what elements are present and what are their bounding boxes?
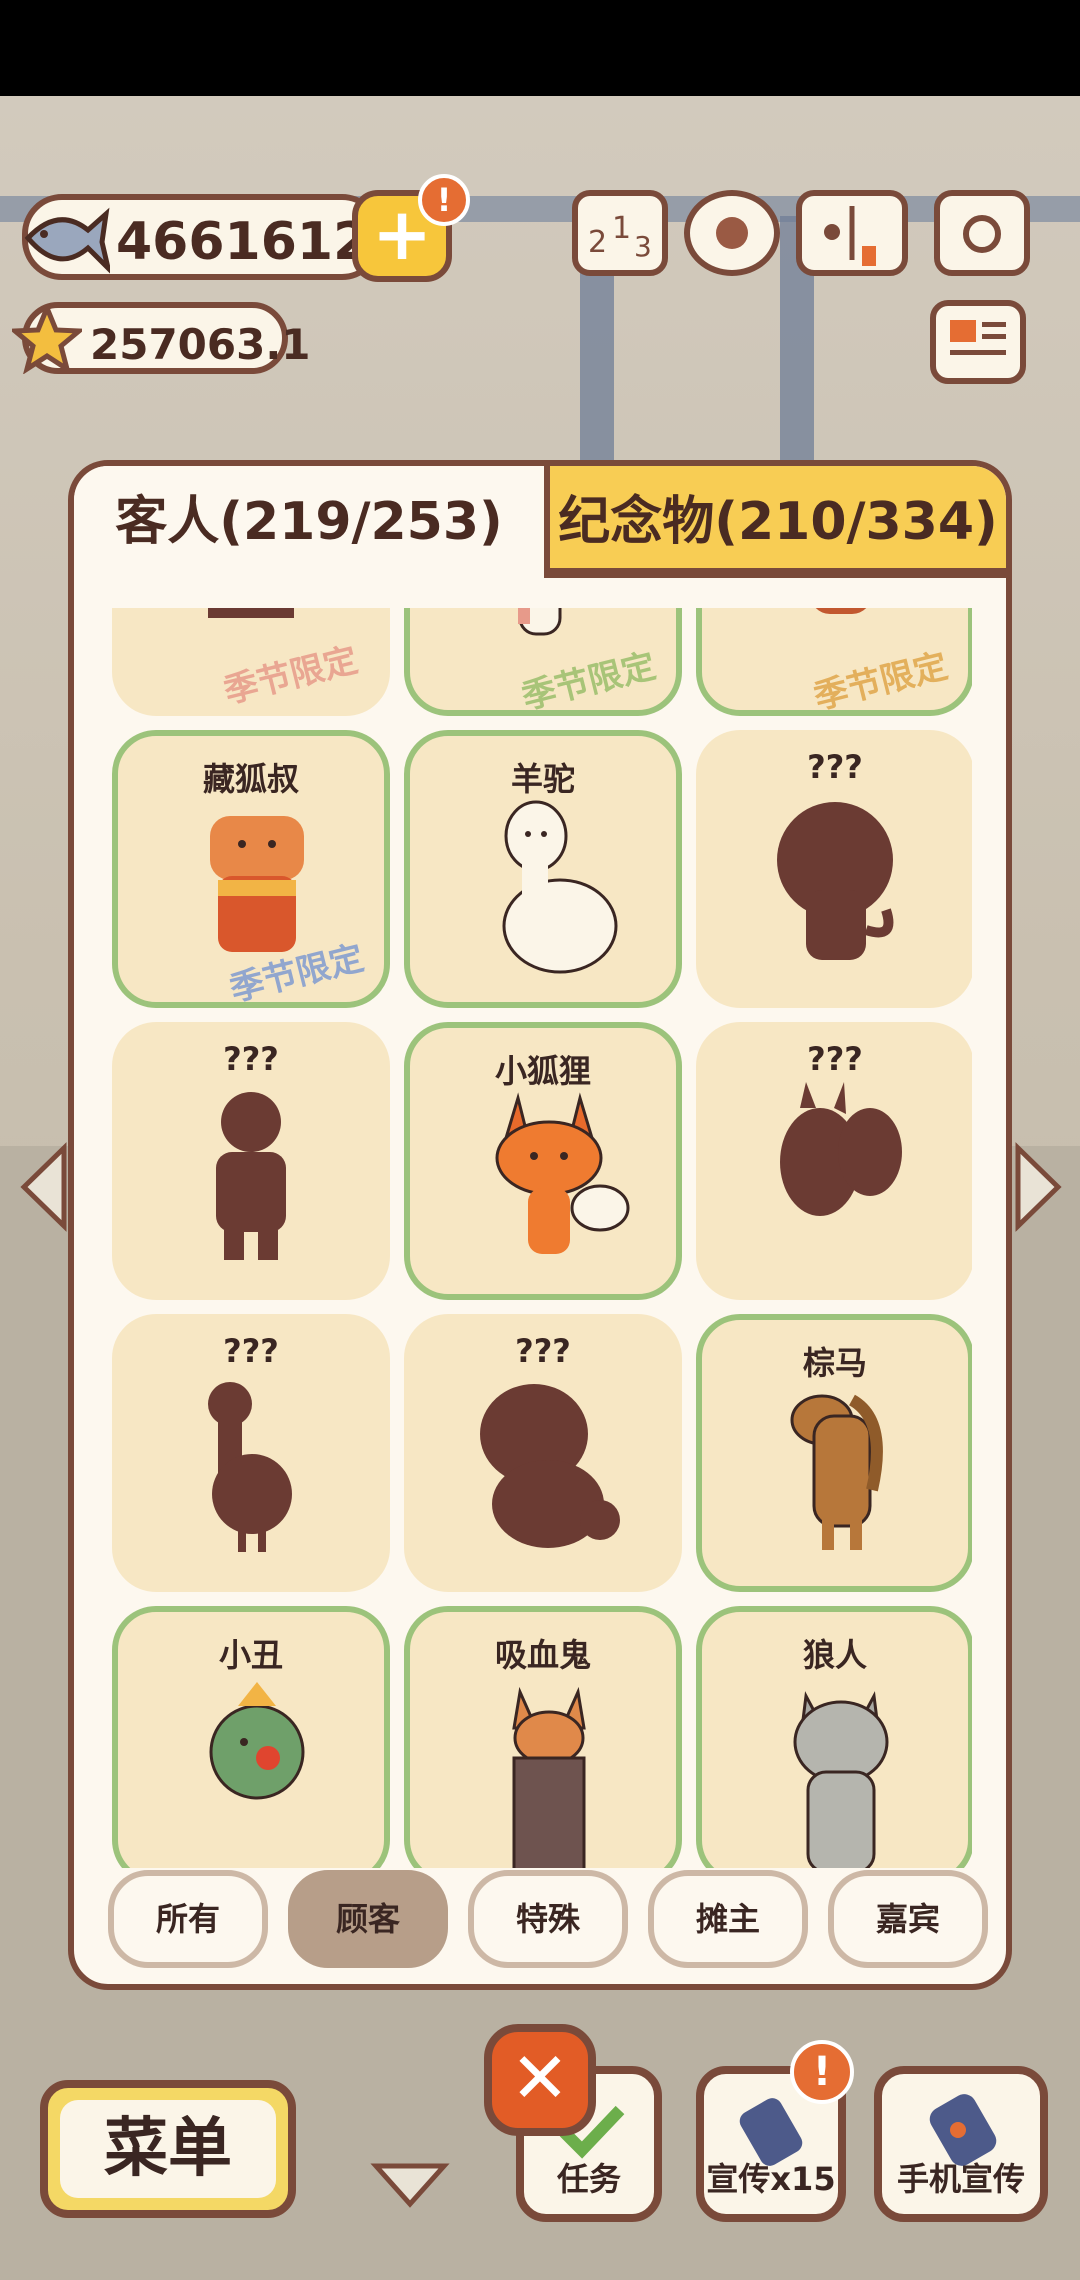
guest-card[interactable]: 羊驼 bbox=[404, 730, 682, 1008]
filter-button[interactable]: 所有 bbox=[108, 1870, 268, 1968]
guest-card[interactable]: 藏狐叔 季节限定 bbox=[112, 730, 390, 1008]
filter-bar: 所有 顾客 特殊 摊主 嘉宾 bbox=[108, 1870, 988, 1970]
guest-card[interactable]: ??? bbox=[696, 1022, 972, 1300]
guest-name: ??? bbox=[223, 1040, 279, 1078]
guest-card[interactable]: 吸血鬼 bbox=[404, 1606, 682, 1868]
collection-panel: 客人(219/253) 纪念物(210/334) 季节限定 季节限定 季节限定 藏狐叔… bbox=[68, 460, 1012, 1990]
guest-card[interactable]: 季节限定 bbox=[696, 608, 972, 716]
guest-name: 吸血鬼 bbox=[494, 1636, 591, 1674]
fish-count: 4661612 bbox=[116, 212, 370, 272]
guest-card[interactable]: ??? bbox=[112, 1314, 390, 1592]
tab-guests[interactable]: 客人(219/253) bbox=[74, 466, 544, 578]
ranking-icon[interactable]: 213 bbox=[572, 190, 668, 276]
guest-card[interactable]: 棕马 bbox=[696, 1314, 972, 1592]
menu-button[interactable]: 菜单 bbox=[40, 2080, 296, 2218]
filter-button[interactable]: 顾客 bbox=[288, 1870, 448, 1968]
filter-button[interactable]: 特殊 bbox=[468, 1870, 628, 1968]
filter-button[interactable]: 摊主 bbox=[648, 1870, 808, 1968]
guest-card[interactable]: 季节限定 bbox=[112, 608, 390, 716]
svg-text:3: 3 bbox=[634, 230, 652, 263]
guest-name: 棕马 bbox=[802, 1344, 867, 1382]
guest-name: 小丑 bbox=[218, 1636, 283, 1674]
close-button[interactable]: ✕ bbox=[484, 2024, 596, 2136]
guest-name: ??? bbox=[807, 748, 863, 786]
guest-name: 狼人 bbox=[802, 1636, 867, 1674]
svg-text:1: 1 bbox=[612, 211, 631, 246]
phone-promote-button[interactable]: 手机宣传 bbox=[874, 2066, 1048, 2222]
guest-book-icon[interactable] bbox=[796, 190, 908, 276]
guest-card[interactable]: 季节限定 bbox=[404, 608, 682, 716]
star-icon bbox=[12, 304, 82, 374]
guest-card[interactable]: 小丑 bbox=[112, 1606, 390, 1868]
alert-badge: ! bbox=[418, 174, 470, 226]
tab-souvenirs[interactable]: 纪念物(210/334) bbox=[544, 466, 1006, 578]
guest-card[interactable]: ??? bbox=[112, 1022, 390, 1300]
fish-icon bbox=[24, 207, 110, 274]
promote-alert-badge: ! bbox=[790, 2040, 854, 2104]
guest-card[interactable]: ??? bbox=[404, 1314, 682, 1592]
star-count: 257063.1 bbox=[90, 320, 311, 369]
guest-name: 小狐狸 bbox=[494, 1052, 591, 1090]
svg-text:2: 2 bbox=[588, 225, 607, 260]
menu-button-label: 菜单 bbox=[60, 2100, 276, 2198]
left-arrow-icon[interactable] bbox=[18, 1142, 68, 1232]
camera-icon[interactable] bbox=[934, 190, 1030, 276]
guest-name: 藏狐叔 bbox=[202, 760, 299, 798]
guest-name: 羊驼 bbox=[510, 760, 575, 798]
guest-name: ??? bbox=[223, 1332, 279, 1370]
promote-label: 宣传x15 bbox=[706, 2160, 836, 2198]
status-bar bbox=[0, 0, 1080, 96]
guest-name: ??? bbox=[807, 1040, 863, 1078]
settings-gear-icon[interactable] bbox=[684, 190, 780, 276]
right-arrow-icon[interactable] bbox=[1014, 1142, 1064, 1232]
newspaper-icon[interactable] bbox=[930, 300, 1026, 384]
filter-button[interactable]: 嘉宾 bbox=[828, 1870, 988, 1968]
phone-promote-label: 手机宣传 bbox=[896, 2160, 1025, 2198]
chevron-down-icon[interactable] bbox=[370, 2158, 450, 2212]
guest-card[interactable]: ??? bbox=[696, 730, 972, 1008]
guest-grid-viewport[interactable]: 季节限定 季节限定 季节限定 藏狐叔 季节限定 羊驼?????? 小狐狸????????? 棕… bbox=[112, 608, 972, 1868]
guest-card[interactable]: 小狐狸 bbox=[404, 1022, 682, 1300]
tasks-label: 任务 bbox=[556, 2160, 621, 2198]
guest-card[interactable]: 狼人 bbox=[696, 1606, 972, 1868]
guest-name: ??? bbox=[515, 1332, 571, 1370]
